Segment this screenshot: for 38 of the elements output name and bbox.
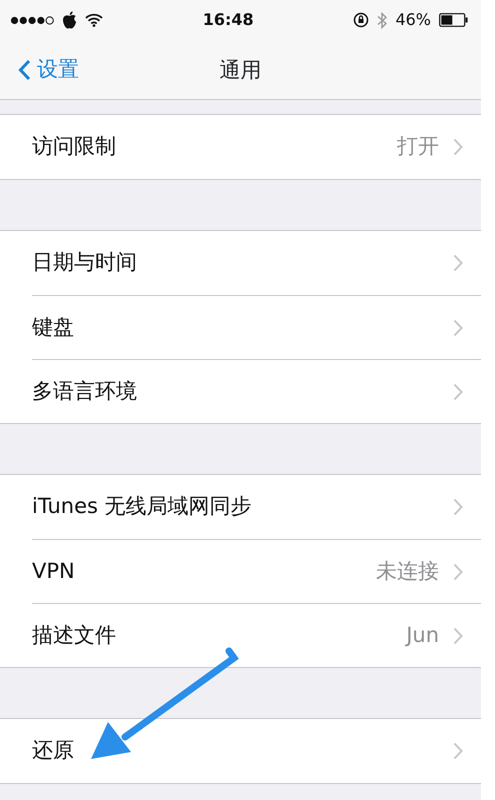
row-label: VPN — [32, 558, 75, 585]
chevron-icon — [453, 742, 463, 760]
row-label: 还原 — [32, 737, 74, 764]
settings-row[interactable]: 访问限制 打开 — [32, 115, 481, 179]
row-label: 多语言环境 — [32, 378, 137, 405]
back-chevron-icon — [18, 58, 31, 80]
row-label: 日期与时间 — [32, 249, 137, 276]
settings-row[interactable]: 键盘 — [32, 295, 481, 359]
chevron-icon — [453, 254, 463, 272]
bluetooth-icon — [377, 12, 388, 28]
signal-icon — [10, 16, 54, 24]
wifi-icon — [85, 13, 103, 27]
row-label: 键盘 — [32, 314, 74, 341]
chevron-icon — [453, 562, 463, 580]
chevron-icon — [453, 318, 463, 336]
back-button[interactable]: 设置 — [0, 40, 79, 100]
row-label: iTunes 无线局域网同步 — [32, 493, 252, 520]
battery-percent: 46% — [395, 9, 431, 31]
chevron-icon — [453, 498, 463, 516]
settings-row[interactable]: 描述文件 Jun — [32, 603, 481, 667]
status-time: 16:48 — [202, 9, 254, 31]
row-value: 未连接 — [376, 558, 439, 585]
row-label: 访问限制 — [32, 133, 116, 160]
chevron-icon — [453, 138, 463, 156]
settings-row[interactable]: 还原 — [32, 719, 481, 783]
battery-icon — [439, 13, 469, 27]
chevron-icon — [453, 382, 463, 400]
chevron-icon — [453, 626, 463, 644]
settings-row[interactable]: 多语言环境 — [32, 359, 481, 423]
settings-row[interactable]: 日期与时间 — [32, 231, 481, 295]
rotation-lock-icon — [353, 12, 370, 28]
settings-row[interactable]: VPN 未连接 — [32, 539, 481, 603]
row-value: 打开 — [397, 133, 439, 160]
apple-icon — [62, 11, 77, 29]
row-label: 描述文件 — [32, 622, 116, 649]
settings-row[interactable]: iTunes 无线局域网同步 — [32, 475, 481, 539]
row-value: Jun — [406, 622, 439, 649]
nav-title: 通用 — [220, 58, 262, 82]
